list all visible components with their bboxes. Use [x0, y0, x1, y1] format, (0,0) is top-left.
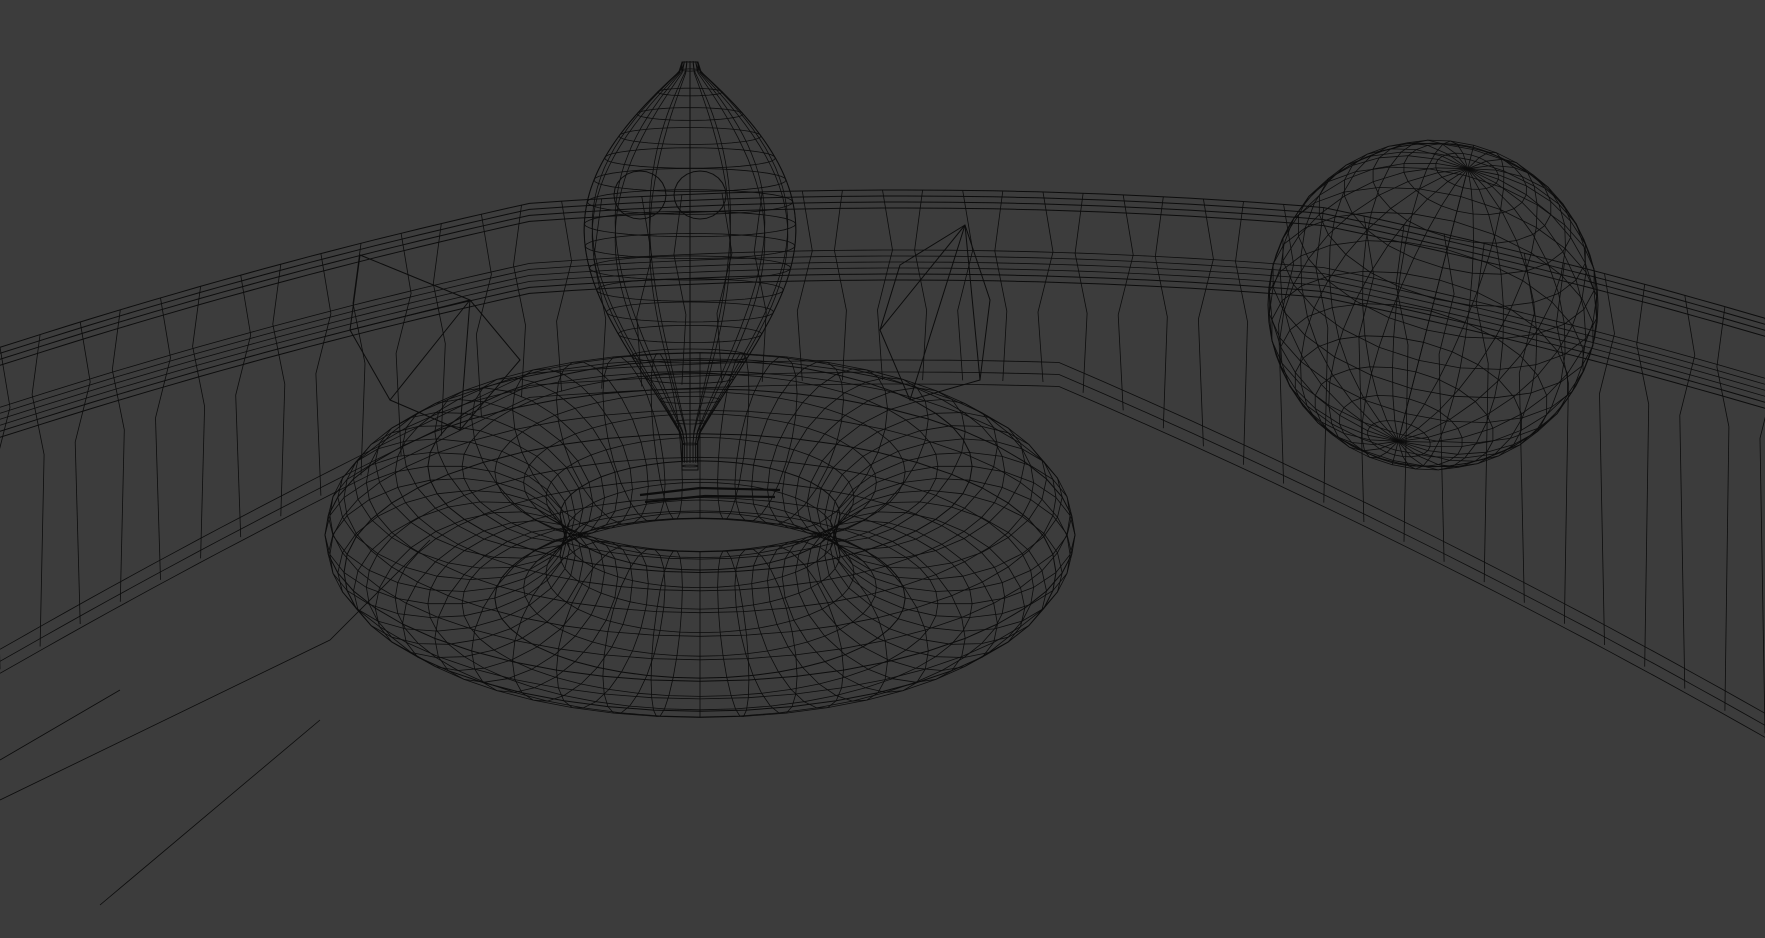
wall-rib — [192, 286, 206, 559]
cone-edge — [349, 299, 471, 331]
egg-neck-band — [639, 486, 781, 497]
wall-rib — [1117, 194, 1134, 411]
wall-rib — [1636, 284, 1650, 667]
wall-rib — [1475, 243, 1489, 583]
uv-sphere[interactable] — [1267, 139, 1599, 471]
wall-rib — [1037, 191, 1054, 383]
cone-edge — [879, 224, 966, 331]
cone-edge — [909, 224, 966, 401]
torus-meridian — [734, 548, 798, 714]
wall-rib — [994, 190, 1008, 382]
torus-meridian — [795, 387, 966, 542]
wall-rib — [796, 190, 813, 381]
wall-rib — [1555, 263, 1569, 624]
sphere-longitude — [1328, 142, 1469, 442]
wall-rib — [111, 309, 125, 602]
viewport-canvas[interactable] — [0, 0, 1765, 938]
3d-viewport[interactable] — [0, 0, 1765, 938]
ground-plane[interactable] — [0, 539, 431, 906]
wall-rib — [1358, 216, 1375, 523]
torus-meridian — [834, 465, 1076, 605]
wall-rib — [1235, 201, 1248, 465]
floor-edge — [0, 689, 121, 761]
wall-rib — [315, 253, 332, 496]
torus-meridian — [650, 550, 683, 717]
wall-rib — [513, 205, 526, 398]
wall-rib — [673, 194, 687, 385]
torus-meridian — [434, 528, 605, 683]
wall-rib — [1154, 196, 1168, 429]
sphere-longitude — [1328, 168, 1469, 452]
torus[interactable] — [324, 352, 1076, 718]
torus-meridian — [324, 465, 566, 605]
cone-edge — [389, 299, 471, 401]
torus-meridian — [650, 353, 683, 520]
wall-rib — [1759, 318, 1765, 734]
wall-rib — [1197, 198, 1214, 447]
wall-rib — [0, 347, 11, 670]
egg-latitude — [681, 464, 699, 468]
floor-edge — [99, 719, 321, 906]
cone-edge — [899, 224, 966, 266]
wall-rib — [31, 334, 45, 647]
wall-rib — [1315, 207, 1329, 503]
wall-rib — [833, 190, 847, 381]
wall-rib — [1599, 273, 1615, 646]
torus-meridian — [717, 550, 750, 717]
torus-meridian — [602, 548, 666, 714]
wall-row — [0, 207, 1765, 366]
egg-detail-ring — [613, 170, 667, 220]
wall-rib — [1438, 233, 1455, 562]
wall-row — [0, 195, 1765, 354]
floor-edge — [0, 539, 431, 801]
wall-rib — [877, 189, 893, 381]
torus-meridian — [795, 528, 966, 683]
torus-meridian — [434, 387, 605, 542]
wall-rib — [272, 264, 286, 517]
curved-wall-ring[interactable] — [0, 189, 1765, 738]
wall-rib — [352, 243, 366, 476]
cone-edge — [359, 254, 471, 301]
wall-rib — [74, 321, 91, 625]
torus-meridian — [717, 353, 750, 520]
wall-rib — [1074, 193, 1088, 393]
cone-base — [879, 264, 991, 401]
wall-rib — [235, 275, 252, 538]
wall-rib — [155, 297, 171, 580]
cone-right[interactable] — [879, 224, 991, 401]
